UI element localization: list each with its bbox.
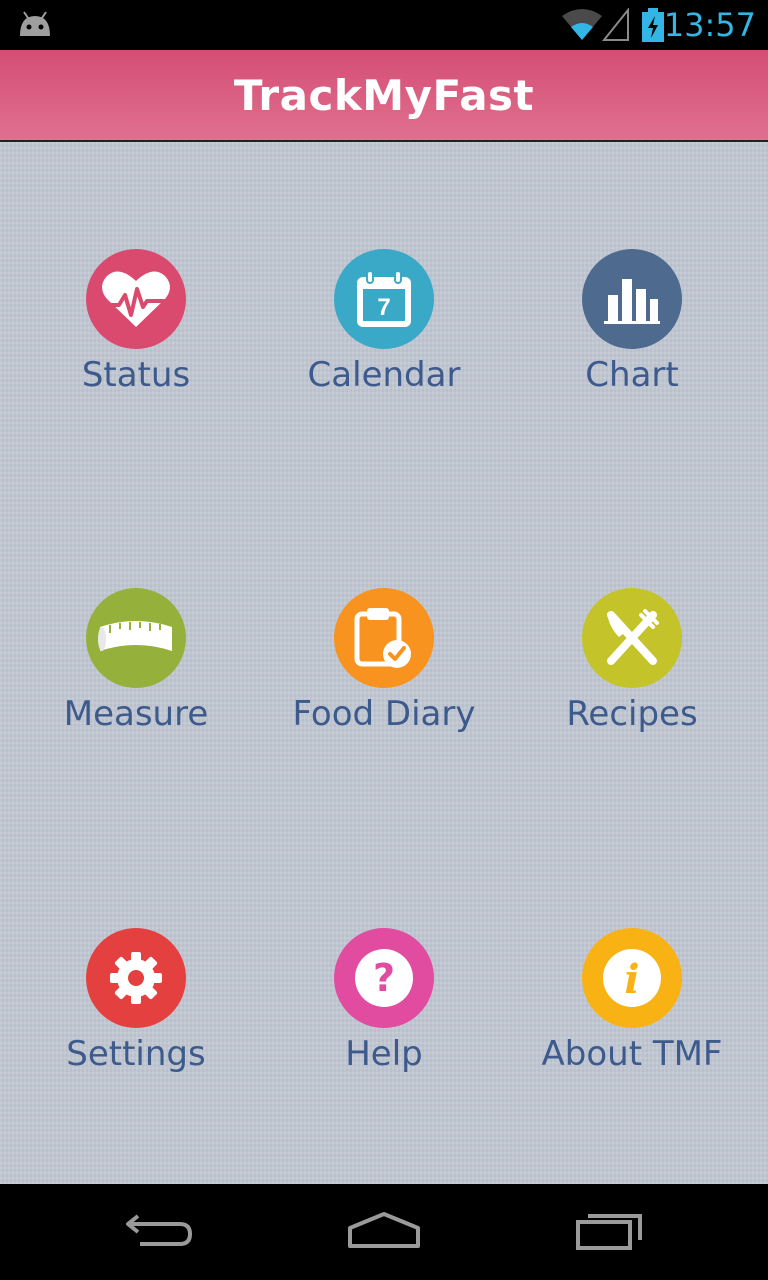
svg-text:i: i [624, 956, 639, 1003]
menu-item-measure[interactable]: Measure [8, 588, 264, 768]
battery-charging-icon [642, 8, 664, 42]
calendar-icon: 7 [357, 270, 411, 327]
calendar-day-number: 7 [377, 294, 390, 321]
menu-item-status[interactable]: Status [8, 249, 264, 429]
menu-grid: Status 7 Calendar Chart Measure Food Dia… [0, 142, 768, 1184]
wifi-icon [562, 9, 602, 40]
status-circle [86, 249, 186, 349]
menu-label-measure: Measure [63, 694, 209, 734]
status-clock: 13:57 [663, 6, 756, 44]
menu-label-help: Help [345, 1034, 423, 1074]
back-icon[interactable] [124, 1208, 196, 1252]
fork-knife-icon [607, 609, 659, 665]
measure-circle [86, 588, 186, 688]
home-icon[interactable] [346, 1208, 422, 1252]
info-icon: i [603, 949, 661, 1007]
svg-text:?: ? [373, 956, 395, 1000]
menu-label-about: About TMF [541, 1034, 723, 1074]
gear-icon [110, 952, 162, 1004]
status-bar: 13:57 [0, 0, 768, 50]
menu-label-status: Status [81, 355, 191, 395]
help-circle: ? [334, 928, 434, 1028]
menu-item-food-diary[interactable]: Food Diary [256, 588, 512, 768]
menu-item-about[interactable]: i About TMF [504, 928, 760, 1108]
menu-label-food-diary: Food Diary [292, 694, 476, 734]
menu-item-chart[interactable]: Chart [504, 249, 760, 429]
android-debug-icon [20, 11, 50, 36]
bar-chart-icon [604, 279, 660, 324]
tape-measure-icon [98, 621, 172, 651]
navigation-bar [0, 1184, 768, 1280]
calendar-circle: 7 [334, 249, 434, 349]
menu-label-settings: Settings [66, 1034, 206, 1074]
settings-circle [86, 928, 186, 1028]
menu-item-help[interactable]: ? Help [256, 928, 512, 1108]
app-bar: TrackMyFast [0, 50, 768, 142]
menu-label-recipes: Recipes [566, 694, 698, 734]
menu-item-settings[interactable]: Settings [8, 928, 264, 1108]
menu-item-recipes[interactable]: Recipes [504, 588, 760, 768]
menu-item-calendar[interactable]: 7 Calendar [256, 249, 512, 429]
question-icon: ? [355, 949, 413, 1007]
app-title: TrackMyFast [233, 70, 535, 120]
cell-signal-icon [602, 8, 629, 41]
food-diary-circle [334, 588, 434, 688]
menu-label-chart: Chart [585, 355, 679, 395]
recent-apps-icon[interactable] [574, 1208, 646, 1252]
clipboard-check-icon [354, 608, 411, 668]
recipes-circle [582, 588, 682, 688]
menu-label-calendar: Calendar [307, 355, 461, 395]
heart-pulse-icon [102, 271, 170, 327]
about-circle: i [582, 928, 682, 1028]
chart-circle [582, 249, 682, 349]
